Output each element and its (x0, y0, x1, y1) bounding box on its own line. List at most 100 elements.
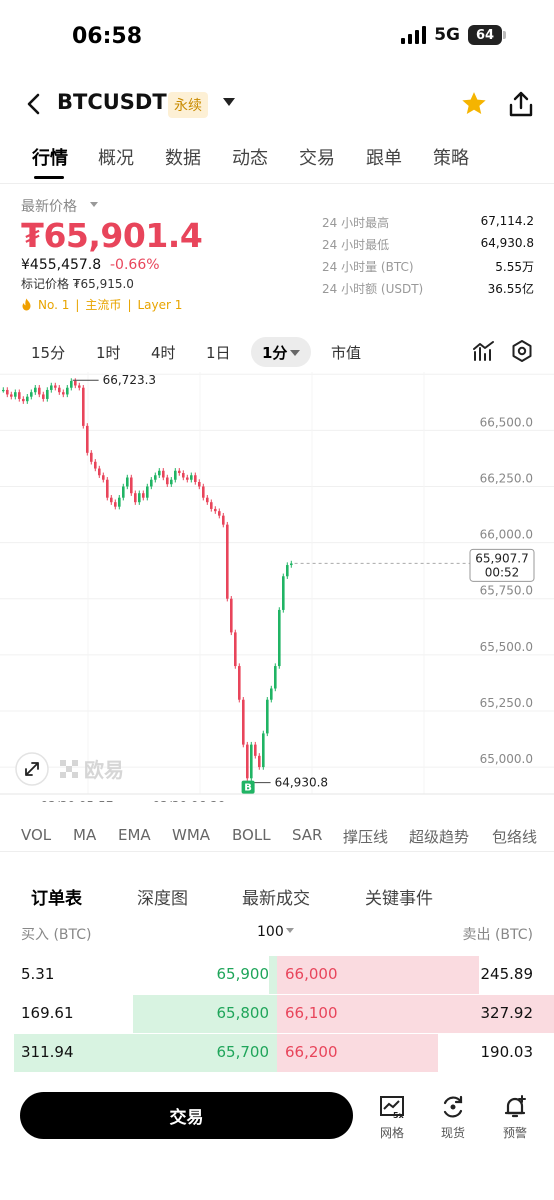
caret-down-icon[interactable] (290, 350, 300, 356)
candle-body (262, 733, 265, 768)
candle-body (206, 497, 209, 503)
watermark-text: 欧易 (84, 758, 124, 782)
tab-data[interactable]: 数据 (165, 144, 201, 170)
bid-price: 65,800 (216, 1004, 270, 1022)
candle-body (190, 475, 193, 480)
countdown-label: 00:52 (485, 565, 520, 579)
favorite-star-icon[interactable] (460, 90, 488, 118)
candle-body (58, 387, 61, 393)
spot-button[interactable]: 现货 (428, 1094, 478, 1141)
orderbook-row[interactable]: 311.94 65,700 66,200 190.03 (0, 1034, 554, 1072)
orderbook-header: 买入 (BTC) 100 卖出 (BTC) (0, 920, 554, 946)
candle-body (110, 497, 113, 503)
indicator-boll[interactable]: BOLL (232, 826, 271, 844)
price-chart[interactable]: 66,750.0 66,500.0 66,250.0 66,000.0 65,750.0… (0, 372, 554, 802)
candle-body (134, 493, 137, 503)
battery-icon: 64 (468, 25, 506, 45)
indicator-supertrend[interactable]: 超级趋势 (409, 826, 469, 847)
candle-body (194, 475, 197, 482)
grid-bot-icon: 5x (380, 1096, 405, 1120)
stat-label: 24 小时量 (BTC) (322, 260, 414, 274)
timeframe-1h[interactable]: 1时 (96, 342, 121, 363)
orderbook-row[interactable]: 5.31 65,900 66,000 245.89 (0, 956, 554, 994)
candle-body (254, 744, 257, 756)
candle-body (226, 524, 229, 599)
indicator-envelope[interactable]: 包络线 (492, 826, 537, 847)
timeframe-4h[interactable]: 4时 (151, 342, 176, 363)
indicator-chart-icon[interactable] (471, 338, 497, 364)
market-cap-tab[interactable]: 市值 (331, 342, 361, 363)
indicator-support-resistance[interactable]: 撑压线 (343, 826, 388, 847)
tab-copy-trading[interactable]: 跟单 (366, 144, 402, 170)
candle-body (154, 475, 157, 480)
tab-overview[interactable]: 概况 (98, 144, 134, 170)
rank-tag[interactable]: No. 1 (38, 298, 69, 312)
tab-trade[interactable]: 交易 (299, 144, 335, 170)
symbol-dropdown-icon[interactable] (223, 98, 235, 106)
candle-body (50, 385, 53, 390)
mainstream-tag[interactable]: 主流币 (85, 296, 121, 313)
candle-body (278, 609, 281, 667)
candle-body (182, 473, 185, 478)
status-time: 06:58 (72, 24, 143, 49)
back-icon[interactable] (24, 92, 44, 116)
candle-body (138, 493, 141, 503)
tab-market[interactable]: 行情 (32, 144, 68, 170)
coin-tags: No. 1 | 主流币 | Layer 1 (21, 296, 182, 313)
indicator-ma[interactable]: MA (73, 826, 96, 844)
indicator-tabs: VOL MA EMA WMA BOLL SAR 撑压线 超级趋势 包络线 (0, 822, 554, 852)
candle-body (94, 461, 97, 469)
candle-body (46, 389, 49, 399)
indicator-vol[interactable]: VOL (21, 826, 51, 844)
timeframe-1m-label[interactable]: 1分 (262, 342, 287, 363)
caret-down-icon[interactable] (286, 928, 294, 933)
y-tick-label: 66,250.0 (480, 471, 533, 485)
caret-down-icon[interactable] (90, 202, 98, 207)
tab-order-book[interactable]: 订单表 (31, 884, 82, 909)
expand-chart-icon[interactable] (15, 752, 49, 786)
stat-row: 24 小时量 (BTC) 5.55万 (322, 258, 534, 280)
indicator-wma[interactable]: WMA (172, 826, 210, 844)
stat-row: 24 小时额 (USDT) 36.55亿 (322, 280, 534, 302)
active-tab-indicator (34, 176, 64, 179)
candle-body (222, 515, 225, 525)
latest-price-label[interactable]: 最新价格 (21, 196, 77, 216)
candle-body (166, 477, 169, 485)
stat-row: 24 小时最低 64,930.8 (322, 236, 534, 258)
tab-depth-chart[interactable]: 深度图 (137, 884, 188, 909)
candle-body (186, 477, 189, 480)
stat-label: 24 小时最低 (322, 238, 390, 252)
depth-selector[interactable]: 100 (257, 924, 284, 940)
share-icon[interactable] (508, 90, 534, 118)
candle-body (18, 392, 21, 399)
tab-latest-trades[interactable]: 最新成交 (242, 884, 310, 909)
candle-body (22, 398, 25, 402)
indicator-ema[interactable]: EMA (118, 826, 151, 844)
candle-body (106, 479, 109, 498)
tab-strategy[interactable]: 策略 (433, 144, 469, 170)
timeframe-1d[interactable]: 1日 (206, 342, 231, 363)
spot-label: 现货 (440, 1126, 465, 1140)
tab-key-events[interactable]: 关键事件 (365, 884, 433, 909)
main-tabs: 行情 概况 数据 动态 交易 跟单 策略 (0, 140, 554, 184)
perpetual-badge: 永续 (168, 92, 208, 118)
tab-news[interactable]: 动态 (232, 144, 268, 170)
layer1-tag[interactable]: Layer 1 (137, 298, 182, 312)
status-bar: 06:58 5G 64 (0, 0, 554, 76)
trade-button[interactable]: 交易 (20, 1092, 353, 1139)
mark-price-label: 标记价格 (21, 277, 70, 291)
battery-level: 64 (468, 25, 502, 45)
grid-button[interactable]: 5x 网格 (367, 1094, 417, 1141)
timeframe-15m[interactable]: 15分 (31, 342, 65, 363)
candle-body (230, 598, 233, 633)
alert-button[interactable]: 预警 (490, 1094, 540, 1141)
chart-settings-icon[interactable] (509, 338, 535, 364)
orderbook-row[interactable]: 169.61 65,800 66,100 327.92 (0, 995, 554, 1033)
stats-24h: 24 小时最高 67,114.2 24 小时最低 64,930.8 24 小时量 (… (322, 214, 534, 302)
y-tick-label: 66,000.0 (480, 528, 533, 542)
candle-body (42, 394, 45, 399)
symbol-title[interactable]: BTCUSDT (57, 90, 167, 114)
ask-quantity: 245.89 (480, 965, 534, 983)
indicator-sar[interactable]: SAR (292, 826, 322, 844)
candlestick-chart[interactable]: 66,750.0 66,500.0 66,250.0 66,000.0 65,750.0… (0, 372, 554, 802)
